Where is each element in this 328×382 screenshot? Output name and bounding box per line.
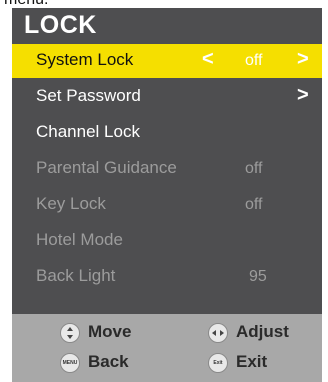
hint-back-label: Back bbox=[88, 352, 129, 371]
menu-header: LOCK bbox=[12, 8, 322, 44]
top-caption-strip: menu. bbox=[0, 0, 328, 8]
row-value: off bbox=[245, 52, 263, 69]
menu-row-key-lock[interactable]: Key Lock off bbox=[12, 188, 322, 222]
row-label: Parental Guidance bbox=[36, 158, 177, 177]
menu-key-text: MENU bbox=[62, 360, 78, 366]
hint-adjust-label: Adjust bbox=[236, 322, 289, 341]
exit-key-text: Exit bbox=[213, 360, 223, 366]
left-arrow-icon[interactable]: < bbox=[202, 48, 214, 71]
right-arrow-icon[interactable]: > bbox=[297, 48, 309, 71]
hint-exit-label: Exit bbox=[236, 352, 268, 371]
hint-move-label: Move bbox=[88, 322, 132, 341]
menu-row-channel-lock[interactable]: Channel Lock bbox=[12, 116, 322, 150]
menu-row-back-light[interactable]: Back Light 95 bbox=[12, 260, 322, 294]
up-down-arrows-icon bbox=[60, 323, 80, 343]
menu-body: System Lock < off > Set Password > Chann… bbox=[12, 44, 322, 314]
exit-key-icon: Exit bbox=[208, 353, 228, 373]
left-right-arrows-icon bbox=[208, 323, 228, 343]
menu-footer: Move Adjust MENU Back Exit Exit bbox=[12, 314, 322, 382]
menu-row-hotel-mode[interactable]: Hotel Mode bbox=[12, 224, 322, 258]
row-label: Key Lock bbox=[36, 194, 106, 213]
row-label: Channel Lock bbox=[36, 122, 140, 141]
menu-title: LOCK bbox=[24, 11, 97, 39]
menu-row-system-lock[interactable]: System Lock < off > bbox=[12, 44, 322, 78]
menu-row-parental-guidance[interactable]: Parental Guidance off bbox=[12, 152, 322, 186]
top-caption: menu. bbox=[4, 0, 48, 8]
row-value: 95 bbox=[249, 268, 267, 285]
row-label: Back Light bbox=[36, 266, 116, 285]
row-label: Set Password bbox=[36, 86, 141, 105]
row-label: Hotel Mode bbox=[36, 230, 123, 249]
row-value: off bbox=[245, 196, 263, 213]
menu-key-icon: MENU bbox=[60, 353, 80, 373]
row-value: off bbox=[245, 160, 263, 177]
row-label: System Lock bbox=[36, 50, 134, 69]
lock-menu: LOCK System Lock < off > Set Password > … bbox=[12, 8, 322, 382]
menu-row-set-password[interactable]: Set Password > bbox=[12, 80, 322, 114]
right-arrow-icon[interactable]: > bbox=[297, 84, 309, 107]
